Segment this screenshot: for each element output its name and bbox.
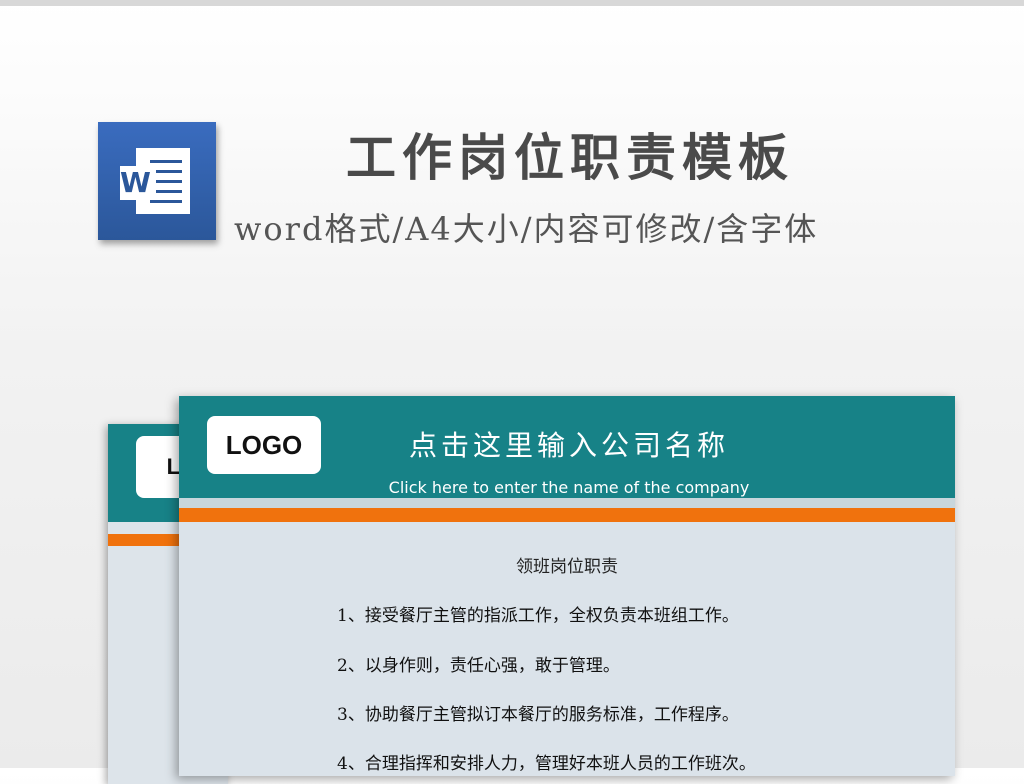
- duty-item-2: 2、以身作则，责任心强，敢于管理。: [337, 656, 620, 676]
- duty-item-4: 4、合理指挥和安排人力，管理好本班人员的工作班次。: [337, 754, 756, 774]
- front-page: LOGO 点击这里输入公司名称 Click here to enter the …: [179, 396, 955, 776]
- band-separator: [179, 498, 955, 508]
- top-strip: [0, 0, 1024, 6]
- orange-stripe: [179, 508, 955, 522]
- company-name-cn[interactable]: 点击这里输入公司名称: [379, 424, 759, 464]
- duty-item-1: 1、接受餐厅主管的指派工作，全权负责本班组工作。: [337, 606, 739, 626]
- logo-placeholder[interactable]: LOGO: [207, 416, 321, 474]
- duty-item-3: 3、协助餐厅主管拟订本餐厅的服务标准，工作程序。: [337, 705, 739, 725]
- page-subtitle: word格式/A4大小/内容可修改/含字体: [234, 210, 819, 248]
- page-title: 工作岗位职责模板: [346, 129, 794, 187]
- word-icon: W: [98, 122, 216, 240]
- company-name-en[interactable]: Click here to enter the name of the comp…: [349, 478, 789, 497]
- document-title: 领班岗位职责: [516, 557, 618, 577]
- word-letter: W: [120, 166, 156, 200]
